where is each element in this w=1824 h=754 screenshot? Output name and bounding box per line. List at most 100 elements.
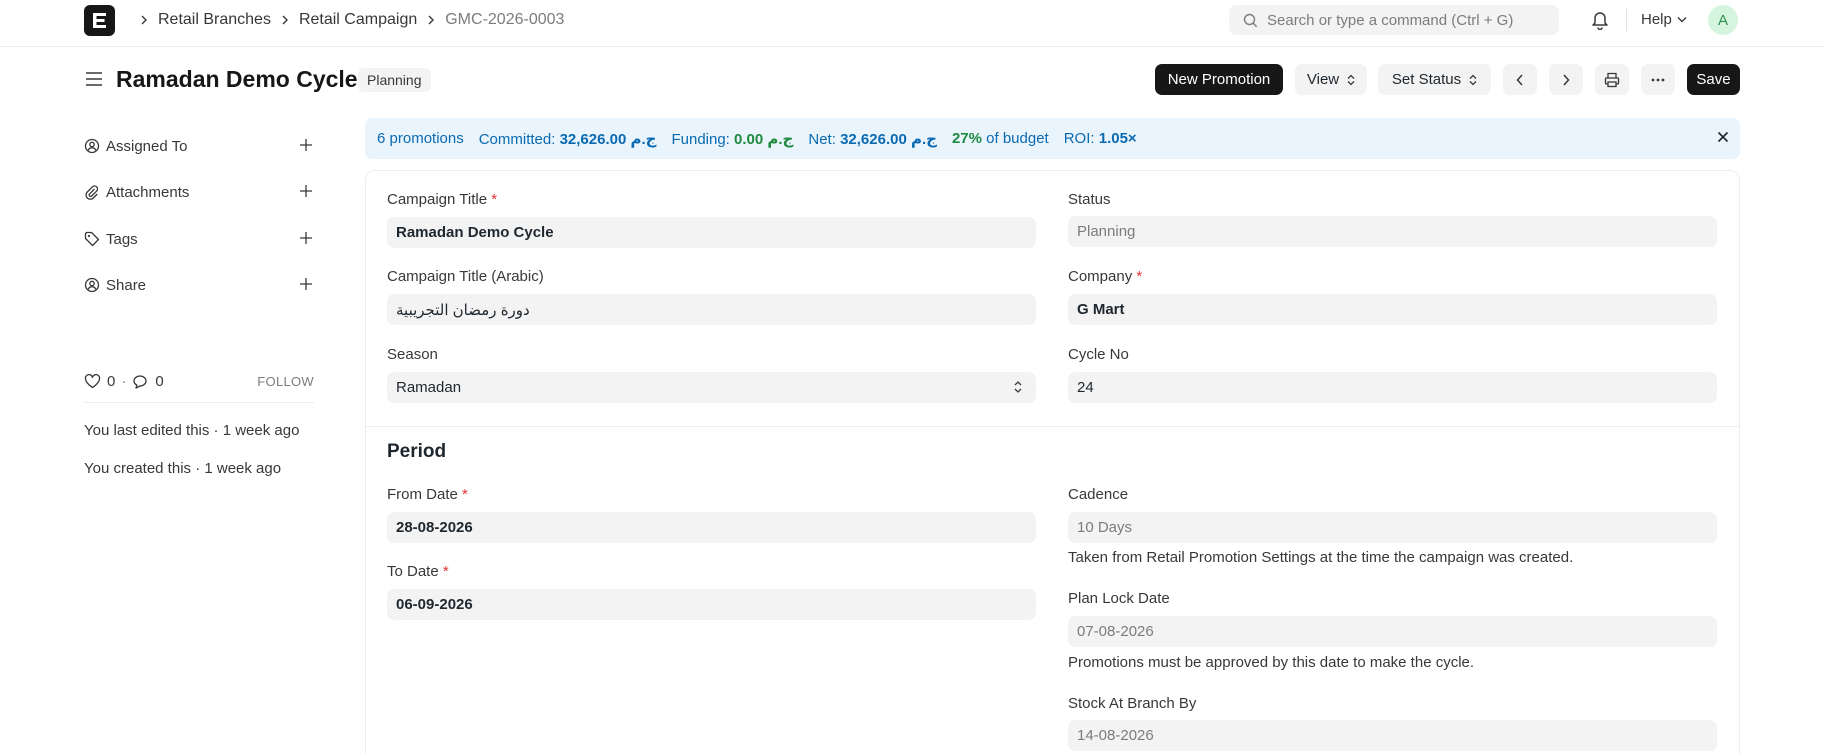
app-logo-icon[interactable]: [84, 5, 115, 36]
chevron-left-icon: [1516, 73, 1523, 86]
committed-value: 32,626.00 ج.م: [559, 130, 657, 148]
sidebar-item-label: Attachments: [106, 183, 190, 201]
from-date-field[interactable]: 28-08-2026: [387, 512, 1036, 543]
share-user-icon: [84, 277, 100, 293]
campaign-title-label: Campaign Title *: [387, 191, 497, 208]
campaign-title-arabic-field[interactable]: دورة رمضان التجريبية: [387, 294, 1036, 325]
required-asterisk: *: [491, 191, 498, 208]
campaign-title-arabic-label: Campaign Title (Arabic): [387, 268, 544, 285]
sidebar-divider: [84, 402, 314, 403]
set-status-button[interactable]: Set Status: [1378, 64, 1491, 95]
funding-value: 0.00 ج.م: [734, 130, 794, 148]
required-asterisk: *: [1136, 268, 1143, 285]
campaign-title-field[interactable]: Ramadan Demo Cycle: [387, 217, 1036, 248]
more-actions-button[interactable]: [1641, 64, 1675, 95]
likes-count: 0: [107, 373, 116, 390]
plan-lock-date-field: 07-08-2026: [1068, 616, 1717, 647]
page-title: Ramadan Demo Cycle: [116, 66, 358, 92]
select-arrows-icon: [1347, 74, 1355, 85]
plus-icon[interactable]: [298, 276, 314, 292]
cadence-field: 10 Days: [1068, 512, 1717, 543]
comment-icon[interactable]: [132, 374, 149, 389]
cadence-label: Cadence: [1068, 486, 1129, 503]
to-date-field[interactable]: 06-09-2026: [387, 589, 1036, 620]
summary-funding: Funding: 0.00 ج.م: [671, 130, 793, 148]
new-promotion-button[interactable]: New Promotion: [1155, 64, 1283, 95]
avatar[interactable]: A: [1708, 5, 1738, 35]
company-label: Company *: [1068, 268, 1142, 285]
promotions-label: promotions: [389, 130, 464, 147]
season-select[interactable]: Ramadan: [387, 372, 1036, 403]
help-menu[interactable]: Help: [1641, 11, 1687, 28]
notification-bell-icon[interactable]: [1591, 10, 1609, 34]
save-button[interactable]: Save: [1687, 64, 1740, 95]
search-icon: [1243, 13, 1258, 28]
breadcrumb-current-doc[interactable]: GMC-2026-0003: [445, 11, 564, 29]
ellipsis-icon: [1651, 78, 1665, 81]
select-arrows-icon: [1014, 381, 1022, 393]
next-doc-button[interactable]: [1549, 64, 1583, 95]
breadcrumb: Retail Branches Retail Campaign GMC-2026…: [130, 11, 564, 29]
printer-icon: [1604, 72, 1620, 87]
chevron-down-icon: [1677, 17, 1687, 23]
status-badge: Planning: [358, 68, 431, 92]
to-date-label-text: To Date: [387, 563, 439, 580]
plus-icon[interactable]: [298, 137, 314, 153]
help-label: Help: [1641, 11, 1672, 28]
activity-last-edited: You last edited this · 1 week ago: [84, 422, 300, 439]
sidebar-item-assigned-to[interactable]: Assigned To: [84, 134, 314, 158]
net-label: Net:: [808, 130, 836, 148]
season-value: Ramadan: [396, 379, 462, 396]
from-date-label: From Date *: [387, 486, 468, 503]
top-navbar: Retail Branches Retail Campaign GMC-2026…: [0, 0, 1824, 47]
sidebar-item-attachments[interactable]: Attachments: [84, 180, 314, 204]
to-date-label: To Date *: [387, 563, 449, 580]
chevron-right-icon: [140, 15, 148, 25]
chevron-right-icon: [281, 15, 289, 25]
cycle-no-field[interactable]: 24: [1068, 372, 1717, 403]
summary-roi: ROI: 1.05×: [1064, 130, 1137, 147]
sidebar-item-tags[interactable]: Tags: [84, 227, 314, 251]
summary-net: Net: 32,626.00 ج.م: [808, 130, 937, 148]
tag-icon: [84, 231, 100, 247]
summary-promotions[interactable]: 6 promotions: [377, 130, 464, 147]
sidebar-item-label: Assigned To: [106, 137, 188, 155]
funding-label: Funding:: [671, 130, 730, 148]
sidebar-item-label: Tags: [106, 230, 138, 248]
company-field[interactable]: G Mart: [1068, 294, 1717, 325]
view-button-label: View: [1306, 71, 1340, 88]
plan-lock-date-label: Plan Lock Date: [1068, 590, 1170, 607]
sidebar-toggle-icon[interactable]: [84, 70, 104, 92]
breadcrumb-retail-branches[interactable]: Retail Branches: [158, 11, 271, 29]
plus-icon[interactable]: [298, 230, 314, 246]
print-button[interactable]: [1595, 64, 1629, 95]
heart-icon[interactable]: [84, 374, 101, 389]
committed-label: Committed:: [478, 130, 556, 148]
company-label-text: Company: [1068, 268, 1133, 285]
social-actions: 0 · 0 FOLLOW: [84, 373, 314, 390]
search-input[interactable]: [1267, 5, 1547, 35]
section-divider: [366, 426, 1739, 427]
net-value: 32,626.00 ج.م: [840, 130, 937, 148]
social-separator: ·: [121, 373, 127, 390]
view-button[interactable]: View: [1295, 64, 1367, 95]
budget-label: of budget: [986, 130, 1049, 147]
campaign-title-label-text: Campaign Title: [387, 191, 488, 208]
season-label: Season: [387, 346, 438, 363]
breadcrumb-retail-campaign[interactable]: Retail Campaign: [299, 11, 417, 29]
roi-value: 1.05×: [1098, 130, 1137, 147]
plus-icon[interactable]: [298, 183, 314, 199]
close-icon[interactable]: [1716, 130, 1730, 144]
status-label: Status: [1068, 191, 1111, 208]
form-card: [365, 170, 1740, 754]
previous-doc-button[interactable]: [1503, 64, 1537, 95]
sidebar-item-label: Share: [106, 276, 147, 294]
from-date-label-text: From Date: [387, 486, 458, 503]
required-asterisk: *: [462, 486, 468, 503]
sidebar-item-share[interactable]: Share: [84, 273, 314, 297]
search-bar[interactable]: [1229, 5, 1559, 35]
follow-button[interactable]: FOLLOW: [257, 374, 314, 389]
period-section-title: Period: [387, 441, 447, 462]
activity-created: You created this · 1 week ago: [84, 460, 282, 477]
summary-budget: 27% of budget: [952, 130, 1049, 147]
